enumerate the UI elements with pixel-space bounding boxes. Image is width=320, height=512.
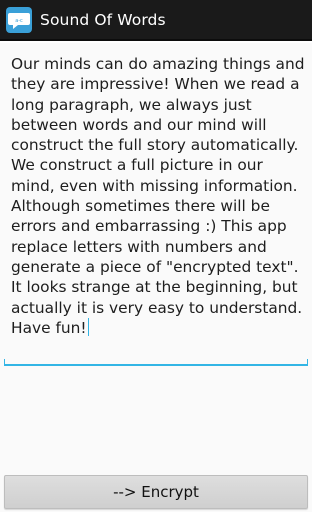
- text-cursor: [87, 317, 89, 336]
- text-field-underline-left-tick: [4, 359, 5, 365]
- app-title: Sound Of Words: [40, 10, 166, 29]
- action-bar: a-c Sound Of Words: [0, 0, 312, 41]
- speech-bubble-icon: a-c: [6, 6, 32, 33]
- text-field-underline-right-tick: [307, 359, 308, 365]
- text-field-underline: [4, 364, 308, 366]
- message-text: Our minds can do amazing things and they…: [11, 55, 310, 337]
- svg-text:a-c: a-c: [15, 18, 23, 24]
- encrypt-button[interactable]: --> Encrypt: [4, 475, 308, 509]
- content-area: Our minds can do amazing things and they…: [0, 43, 312, 470]
- message-text-field[interactable]: Our minds can do amazing things and they…: [4, 47, 308, 369]
- bottom-bar: --> Encrypt: [0, 470, 312, 512]
